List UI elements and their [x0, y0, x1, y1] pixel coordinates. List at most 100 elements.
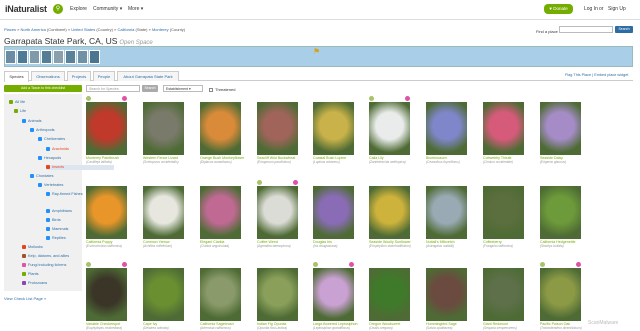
species-scientific-name: (Artemisia californica)	[200, 326, 231, 330]
tree-node[interactable]: Mollusks	[22, 245, 43, 250]
nav-more[interactable]: More ▾	[128, 6, 143, 12]
search-icon[interactable]: ⚲	[53, 4, 63, 14]
find-place-button[interactable]: Search	[615, 26, 633, 33]
species-photo[interactable]	[369, 186, 410, 239]
signup-link[interactable]: Sign Up	[608, 6, 626, 12]
species-photo[interactable]	[483, 268, 524, 321]
top-navbar: iNaturalist ⚲ Explore Community ▾ More ▾…	[0, 0, 640, 20]
tab-species[interactable]: Species	[4, 71, 29, 82]
tree-node[interactable]: Plants	[22, 272, 39, 277]
establishment-select[interactable]: Establishment ▾	[163, 85, 203, 92]
breadcrumb-places[interactable]: Places	[4, 27, 16, 32]
species-search-input[interactable]: Search for Species	[86, 85, 140, 92]
flag-embed-links[interactable]: Flag This Place | Embed place widget	[565, 73, 628, 77]
tree-node[interactable]: Ray-finned Fishes	[46, 192, 83, 197]
species-photo[interactable]	[483, 186, 524, 239]
tab-projects[interactable]: Projects	[67, 71, 91, 81]
tree-node[interactable]: Insects	[46, 165, 114, 170]
place-photo[interactable]	[5, 50, 16, 64]
tree-node[interactable]: Birds	[46, 218, 61, 223]
place-photo[interactable]	[65, 50, 76, 64]
tree-node[interactable]: Reptiles	[46, 236, 66, 241]
tree-node-label: Protozoans	[28, 281, 48, 285]
species-photo[interactable]	[257, 102, 298, 155]
donate-button[interactable]: ♥ Donate	[544, 4, 573, 14]
species-photo[interactable]	[143, 186, 184, 239]
tree-node[interactable]: Arachnids	[46, 147, 69, 152]
species-scientific-name: (Iris douglasiana)	[313, 244, 338, 248]
species-photo[interactable]	[369, 268, 410, 321]
species-photo[interactable]	[426, 186, 467, 239]
native-badge-icon	[313, 262, 318, 267]
breadcrumb-state[interactable]: California	[117, 27, 134, 32]
species-photo[interactable]	[483, 102, 524, 155]
species-search-button[interactable]: Search	[142, 85, 158, 92]
breadcrumb-country[interactable]: United States	[71, 27, 95, 32]
species-photo[interactable]	[257, 268, 298, 321]
nav-community[interactable]: Community ▾	[93, 6, 122, 12]
tab-people[interactable]: People	[93, 71, 115, 81]
species-photo[interactable]	[200, 268, 241, 321]
place-photo[interactable]	[41, 50, 52, 64]
nav-explore[interactable]: Explore	[70, 6, 87, 12]
species-photo[interactable]	[540, 268, 581, 321]
tree-node[interactable]: Fungi including lichens	[22, 263, 66, 268]
species-photo[interactable]	[200, 186, 241, 239]
tree-node[interactable]: Protozoans	[22, 281, 47, 286]
species-photo[interactable]	[200, 102, 241, 155]
view-checklist-link[interactable]: View Check List Page »	[4, 296, 46, 301]
species-photo[interactable]	[426, 102, 467, 155]
tree-node[interactable]: Mammals	[46, 227, 68, 232]
species-scientific-name: (Eschscholzia californica)	[86, 244, 122, 248]
species-scientific-name: (Opuntia ficus-indica)	[257, 326, 288, 330]
breadcrumb-sub: (Continent)	[46, 27, 67, 32]
tree-node[interactable]: Hexapods	[38, 156, 61, 161]
tree-node[interactable]: Arthropods	[30, 128, 55, 133]
breadcrumb-continent[interactable]: North America	[20, 27, 45, 32]
map-pin-icon[interactable]: ⚑	[313, 47, 320, 56]
species-photo[interactable]	[143, 102, 184, 155]
tab-about[interactable]: About Garrapata State Park	[117, 71, 179, 81]
tree-node[interactable]: Life	[14, 109, 26, 114]
tree-node[interactable]: Animals	[22, 119, 42, 124]
threatened-checkbox[interactable]	[209, 88, 213, 92]
species-photo[interactable]	[313, 102, 354, 155]
tree-node-label: Amphibians	[52, 209, 72, 213]
species-photo[interactable]	[86, 268, 127, 321]
threatened-filter[interactable]: Threatened	[209, 87, 235, 92]
species-photo[interactable]	[540, 186, 581, 239]
place-photo[interactable]	[89, 50, 100, 64]
find-place-input[interactable]	[559, 26, 613, 33]
tab-observations[interactable]: Observations	[31, 71, 65, 81]
place-photo[interactable]	[17, 50, 28, 64]
species-photo[interactable]	[143, 268, 184, 321]
species-photo[interactable]	[257, 186, 298, 239]
species-photo[interactable]	[540, 102, 581, 155]
species-scientific-name: (Erigeron glaucus)	[540, 160, 567, 164]
species-photo[interactable]	[313, 186, 354, 239]
species-photo[interactable]	[369, 102, 410, 155]
inaturalist-logo[interactable]: iNaturalist	[5, 4, 47, 14]
tree-node-label: Fungi including lichens	[28, 263, 67, 267]
place-photo[interactable]	[29, 50, 40, 64]
add-taxon-button[interactable]: Add a Taxon to this checklist	[4, 85, 82, 92]
taxon-icon	[38, 183, 42, 187]
species-photo[interactable]	[426, 268, 467, 321]
tree-node[interactable]: Amphibians	[46, 209, 72, 214]
taxon-icon	[22, 245, 26, 249]
tree-node[interactable]: All life	[9, 100, 25, 105]
tree-node[interactable]: Kelp, diatoms, and allies	[22, 254, 69, 259]
species-photo[interactable]	[86, 186, 127, 239]
tree-node-label: Ray-finned Fishes	[52, 192, 83, 196]
place-photo[interactable]	[77, 50, 88, 64]
tree-node[interactable]: Chordates	[30, 174, 54, 179]
species-photo[interactable]	[86, 102, 127, 155]
tree-node[interactable]: Vertebrates	[38, 183, 63, 188]
species-scientific-name: (Clarkia unguiculata)	[200, 244, 230, 248]
login-link[interactable]: Log In	[584, 6, 598, 12]
taxon-icon	[22, 119, 26, 123]
breadcrumb-county[interactable]: Monterey	[152, 27, 169, 32]
tree-node[interactable]: Chelicerates	[38, 137, 65, 142]
species-photo[interactable]	[313, 268, 354, 321]
place-photo[interactable]	[53, 50, 64, 64]
